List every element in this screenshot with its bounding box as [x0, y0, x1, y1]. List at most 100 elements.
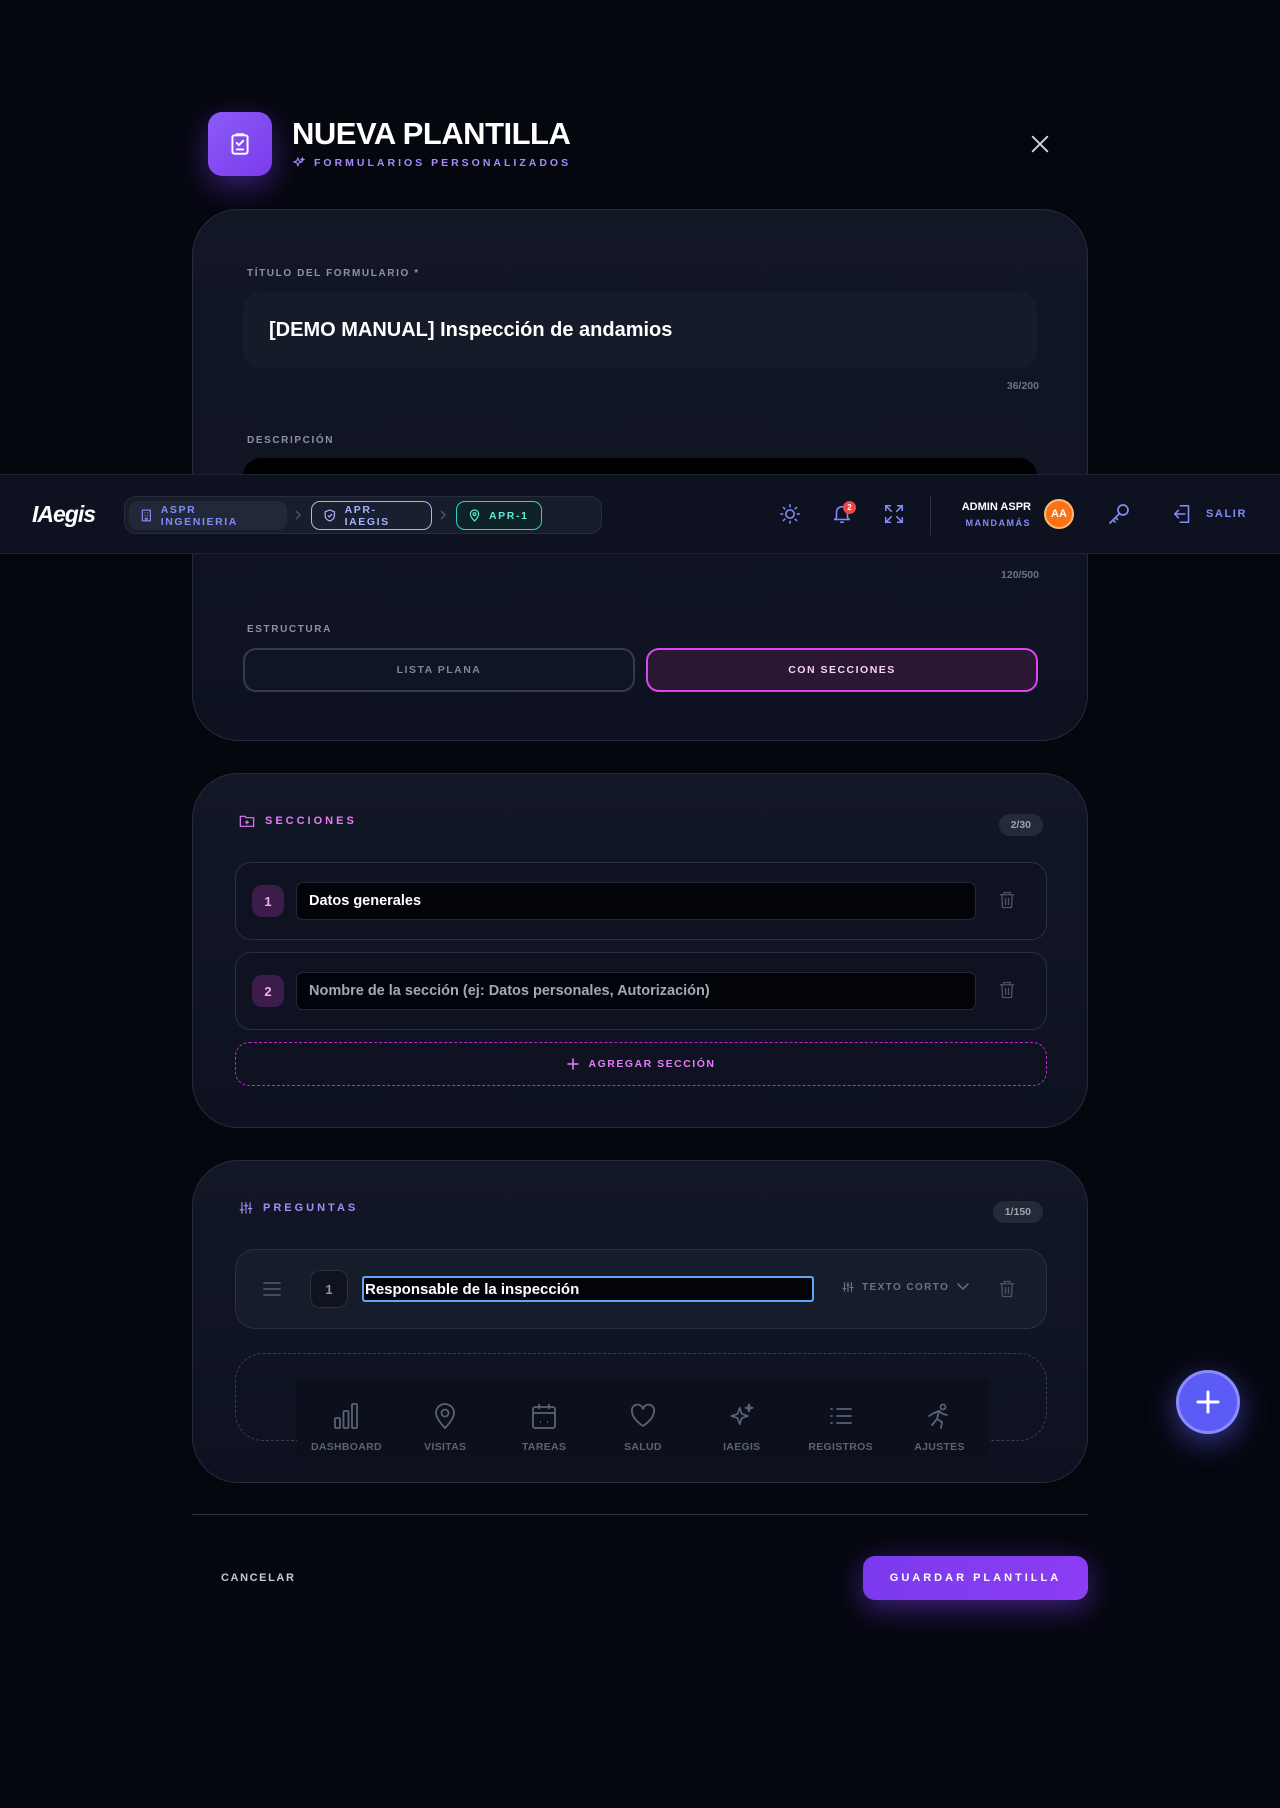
question-number: 1: [310, 1270, 348, 1308]
nav-item-dashboard[interactable]: DASHBOARD: [301, 1402, 391, 1453]
question-row: 1 Responsable de la inspección TEXTO COR…: [235, 1249, 1047, 1329]
nav-label: TAREAS: [522, 1441, 567, 1453]
app-logo[interactable]: IAegis: [32, 501, 96, 528]
building-icon: [141, 509, 151, 522]
calendar-icon: [532, 1404, 557, 1429]
trash-icon: [999, 1280, 1015, 1298]
nav-label: IAEGIS: [723, 1441, 761, 1453]
nav-item-ajustes[interactable]: AJUSTES: [894, 1402, 984, 1453]
breadcrumb: ASPR INGENIERIA APR-IAEGIS APR-1: [124, 496, 602, 534]
save-template-button[interactable]: GUARDAR PLANTILLA: [863, 1556, 1088, 1600]
delete-section-button[interactable]: [998, 980, 1018, 1002]
expand-icon: [884, 504, 904, 524]
modal-subtitle: FORMULARIOS PERSONALIZADOS: [292, 156, 571, 170]
breadcrumb-company[interactable]: ASPR INGENIERIA: [129, 501, 287, 530]
question-text-input[interactable]: Responsable de la inspección: [362, 1276, 814, 1302]
nav-label: VISITAS: [424, 1441, 467, 1453]
nav-label: DASHBOARD: [310, 1441, 382, 1453]
map-pin-icon: [469, 509, 480, 522]
fullscreen-button[interactable]: [883, 503, 905, 530]
drag-handle-icon[interactable]: [262, 1281, 282, 1297]
map-pin-icon: [435, 1403, 456, 1430]
topbar-divider: [930, 495, 931, 535]
description-counter: 120/500: [1001, 569, 1039, 581]
section-row: 2 Nombre de la sección (ej: Datos person…: [235, 952, 1047, 1030]
heart-icon: [630, 1403, 655, 1427]
breadcrumb-label: ASPR INGENIERIA: [160, 503, 238, 528]
sections-count-badge: 2/30: [998, 814, 1043, 836]
section-name-input[interactable]: Datos generales: [296, 882, 976, 920]
cancel-button[interactable]: CANCELAR: [221, 1572, 296, 1584]
section-name-input[interactable]: Nombre de la sección (ej: Datos personal…: [296, 972, 976, 1010]
sparkles-icon: [293, 157, 305, 167]
sparkles-icon: [730, 1403, 754, 1426]
modal-subtitle-text: FORMULARIOS PERSONALIZADOS: [314, 157, 572, 169]
modal-title: NUEVA PLANTILLA: [292, 116, 571, 151]
chevron-right-icon: [440, 510, 447, 520]
nav-label: SALUD: [624, 1441, 662, 1453]
plus-icon: [566, 1058, 579, 1070]
chevron-down-icon: [957, 1283, 970, 1291]
notification-count-badge: 2: [843, 501, 856, 514]
shield-icon: [324, 509, 336, 522]
title-label: TÍTULO DEL FORMULARIO *: [247, 268, 420, 279]
footer-divider: [192, 1514, 1088, 1515]
section-number: 2: [252, 975, 284, 1007]
nav-item-tareas[interactable]: TAREAS: [499, 1402, 589, 1453]
breadcrumb-project[interactable]: APR-IAEGIS: [311, 501, 432, 530]
user-role: MANDAMÁS: [965, 518, 1031, 528]
floating-add-button[interactable]: [1176, 1370, 1240, 1434]
chevron-right-icon: [295, 510, 302, 520]
structure-label: ESTRUCTURA: [247, 624, 332, 635]
section-row: 1 Datos generales: [235, 862, 1047, 940]
questions-heading: PREGUNTAS: [239, 1201, 358, 1215]
delete-section-button[interactable]: [998, 890, 1018, 912]
add-section-button[interactable]: AGREGAR SECCIÓN: [235, 1042, 1047, 1086]
nav-item-visitas[interactable]: VISITAS: [400, 1402, 490, 1453]
theme-toggle-button[interactable]: [779, 503, 801, 530]
avatar[interactable]: AA: [1044, 499, 1074, 529]
modal-header: NUEVA PLANTILLA FORMULARIOS PERSONALIZAD…: [208, 112, 1056, 178]
plus-icon: [1196, 1390, 1220, 1414]
runner-icon: [928, 1403, 949, 1429]
bottom-navigation: DASHBOARD VISITAS TAREAS SALUD IAEGIS RE…: [297, 1378, 989, 1462]
logout-button[interactable]: SALIR: [1172, 503, 1247, 525]
breadcrumb-site[interactable]: APR-1: [456, 501, 542, 530]
nav-item-salud[interactable]: SALUD: [598, 1402, 688, 1453]
close-button[interactable]: [1024, 128, 1056, 160]
question-type-select[interactable]: TEXTO CORTO: [842, 1281, 970, 1293]
sections-heading-text: SECCIONES: [265, 815, 357, 827]
section-number: 1: [252, 885, 284, 917]
structure-option-with-sections[interactable]: CON SECCIONES: [646, 648, 1038, 692]
logout-label: SALIR: [1206, 508, 1247, 520]
sun-icon: [780, 504, 800, 524]
nav-item-iaegis[interactable]: IAEGIS: [697, 1402, 787, 1453]
questions-count-badge: 1/150: [992, 1201, 1043, 1223]
nav-item-registros[interactable]: REGISTROS: [796, 1402, 886, 1453]
title-counter: 36/200: [1006, 380, 1039, 392]
key-icon: [1109, 504, 1129, 524]
title-input[interactable]: [DEMO MANUAL] Inspección de andamios: [243, 292, 1037, 368]
delete-question-button[interactable]: [998, 1279, 1018, 1301]
sections-heading: SECCIONES: [239, 814, 357, 828]
bar-chart-icon: [334, 1403, 359, 1429]
sliders-icon: [842, 1281, 854, 1293]
folder-icon: [239, 815, 255, 827]
description-label: DESCRIPCIÓN: [247, 435, 335, 446]
question-type-label: TEXTO CORTO: [862, 1281, 950, 1293]
user-name: ADMIN ASPR: [961, 501, 1031, 513]
list-icon: [829, 1408, 852, 1424]
nav-label: AJUSTES: [914, 1441, 965, 1453]
breadcrumb-label: APR-1: [489, 509, 529, 522]
close-icon: [1031, 135, 1049, 153]
sections-card: SECCIONES 2/30 1 Datos generales 2 Nombr…: [192, 773, 1088, 1128]
clipboard-form-icon: [208, 112, 272, 176]
add-section-label: AGREGAR SECCIÓN: [588, 1058, 716, 1070]
trash-icon: [999, 891, 1015, 909]
sliders-icon: [239, 1202, 253, 1214]
api-key-button[interactable]: [1107, 502, 1131, 531]
trash-icon: [999, 981, 1015, 999]
breadcrumb-label: APR-IAEGIS: [344, 503, 390, 528]
top-app-bar: IAegis ASPR INGENIERIA APR-IAEGIS APR-1: [0, 474, 1280, 554]
structure-option-flat-list[interactable]: LISTA PLANA: [243, 648, 635, 692]
